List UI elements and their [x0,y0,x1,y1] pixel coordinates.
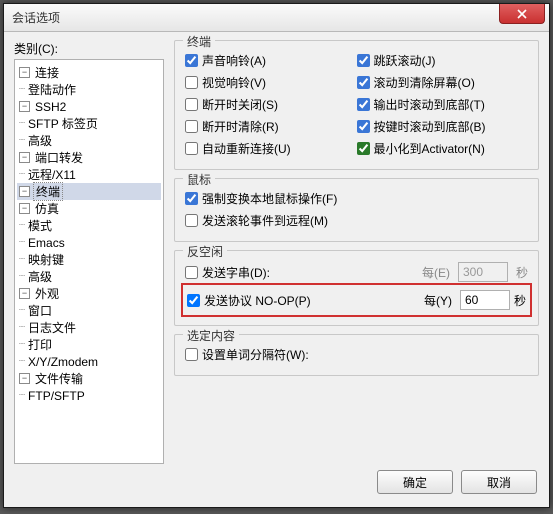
tree-map-keys[interactable]: ┈映射键 [17,251,161,268]
tree-mode[interactable]: ┈模式 [17,217,161,234]
window-title: 会话选项 [12,9,60,26]
tree-leaf-icon: ┈ [19,254,24,265]
lbl-send-string: 发送字串(D): [202,264,270,281]
tree-connection[interactable]: −连接 [17,64,161,81]
chk-force-local-mouse-box[interactable] [185,192,198,205]
tree-login-action[interactable]: ┈登陆动作 [17,81,161,98]
collapse-icon[interactable]: − [19,152,30,163]
tree-leaf-icon: ┈ [19,390,24,401]
tree-remote-x11[interactable]: ┈远程/X11 [17,166,161,183]
ok-button[interactable]: 确定 [377,470,453,494]
group-title-terminal: 终端 [183,33,215,50]
chk-send-string-box[interactable] [185,266,198,279]
collapse-icon[interactable]: − [19,101,30,112]
tree-appearance[interactable]: −外观 [17,285,161,302]
chk-word-delim[interactable]: 设置单词分隔符(W): [185,343,528,365]
chk-jump-scroll[interactable]: 跳跃滚动(J) [357,49,529,71]
chk-scroll-bottom-key[interactable]: 按键时滚动到底部(B) [357,115,529,137]
close-icon [517,9,527,19]
titlebar[interactable]: 会话选项 [4,4,549,32]
group-title-anti-idle: 反空闲 [183,243,227,260]
chk-audio-bell-box[interactable] [185,54,198,67]
highlight-box: 发送协议 NO-OP(P) 每(Y) 秒 [181,283,532,317]
tree-leaf-icon: ┈ [19,271,24,282]
tree-xyzmodem[interactable]: ┈X/Y/Zmodem [17,353,161,370]
chk-clear-on-disc-box[interactable] [185,120,198,133]
chk-visual-bell-box[interactable] [185,76,198,89]
tree-ssh2[interactable]: −SSH2 [17,98,161,115]
tree-sftp-tab[interactable]: ┈SFTP 标签页 [17,115,161,132]
group-selection: 选定内容 设置单词分隔符(W): [174,334,539,376]
chk-send-protocol-box[interactable] [187,294,200,307]
chk-scroll-bottom-key-box[interactable] [357,120,370,133]
chk-scroll-bottom-out-box[interactable] [357,98,370,111]
group-terminal: 终端 声音响铃(A) 跳跃滚动(J) 视觉响铃(V) 滚动到清除屏幕(O) 断开… [174,40,539,170]
chk-min-to-activator[interactable]: 最小化到Activator(N) [357,137,529,159]
group-anti-idle: 反空闲 发送字串(D): 每(E) 秒 发送协议 NO-OP(P) 每(Y) [174,250,539,326]
chk-audio-bell[interactable]: 声音响铃(A) [185,49,357,71]
tree-leaf-icon: ┈ [19,84,24,95]
tree-leaf-icon: ┈ [19,237,24,248]
tree-emulation[interactable]: −仿真 [17,200,161,217]
tree-emacs[interactable]: ┈Emacs [17,234,161,251]
input-interval-y[interactable] [460,290,510,310]
chk-scroll-bottom-out[interactable]: 输出时滚动到底部(T) [357,93,529,115]
tree-leaf-icon: ┈ [19,305,24,316]
chk-jump-scroll-box[interactable] [357,54,370,67]
group-title-mouse: 鼠标 [183,171,215,188]
group-mouse: 鼠标 强制变换本地鼠标操作(F) 发送滚轮事件到远程(M) [174,178,539,242]
chk-close-on-disc-box[interactable] [185,98,198,111]
lbl-send-protocol: 发送协议 NO-OP(P) [204,292,311,309]
tree-ftp-sftp[interactable]: ┈FTP/SFTP [17,387,161,404]
chk-clear-on-disc[interactable]: 断开时清除(R) [185,115,357,137]
group-title-selection: 选定内容 [183,327,239,344]
tree-leaf-icon: ┈ [19,339,24,350]
tree-log-file[interactable]: ┈日志文件 [17,319,161,336]
chk-clear-on-scroll-box[interactable] [357,76,370,89]
collapse-icon[interactable]: − [19,203,30,214]
tree-file-transfer[interactable]: −文件传输 [17,370,161,387]
chk-close-on-disc[interactable]: 断开时关闭(S) [185,93,357,115]
tree-window[interactable]: ┈窗口 [17,302,161,319]
collapse-icon[interactable]: − [19,67,30,78]
tree-leaf-icon: ┈ [19,135,24,146]
tree-advanced[interactable]: ┈高级 [17,132,161,149]
dialog-footer: 确定 取消 [4,464,549,500]
tree-leaf-icon: ┈ [19,356,24,367]
chk-min-to-activator-box[interactable] [357,142,370,155]
unit-sec-1: 秒 [516,264,528,281]
chk-visual-bell[interactable]: 视觉响铃(V) [185,71,357,93]
chk-auto-reconnect[interactable]: 自动重新连接(U) [185,137,357,159]
category-label: 类别(C): [14,40,164,57]
input-interval-e [458,262,508,282]
chk-auto-reconnect-box[interactable] [185,142,198,155]
chk-send-scroll-remote[interactable]: 发送滚轮事件到远程(M) [185,209,528,231]
unit-sec-2: 秒 [514,292,526,309]
tree-terminal[interactable]: −终端 [17,183,161,200]
tree-advanced2[interactable]: ┈高级 [17,268,161,285]
tree-print[interactable]: ┈打印 [17,336,161,353]
lbl-every-y: 每(Y) [424,292,452,309]
collapse-icon[interactable]: − [19,288,30,299]
collapse-icon[interactable]: − [19,186,30,197]
chk-force-local-mouse[interactable]: 强制变换本地鼠标操作(F) [185,187,528,209]
tree-leaf-icon: ┈ [19,322,24,333]
category-tree[interactable]: −连接 ┈登陆动作 −SSH2 ┈SFTP 标签页 ┈高级 [14,59,164,464]
chk-clear-on-scroll[interactable]: 滚动到清除屏幕(O) [357,71,529,93]
tree-leaf-icon: ┈ [19,118,24,129]
dialog-window: 会话选项 类别(C): −连接 ┈登陆动作 −SSH2 ┈SFTP [3,3,550,508]
chk-send-scroll-remote-box[interactable] [185,214,198,227]
tree-leaf-icon: ┈ [19,220,24,231]
lbl-every-e: 每(E) [422,264,450,281]
tree-leaf-icon: ┈ [19,169,24,180]
collapse-icon[interactable]: − [19,373,30,384]
cancel-button[interactable]: 取消 [461,470,537,494]
close-button[interactable] [499,4,545,24]
chk-word-delim-box[interactable] [185,348,198,361]
tree-port-forward[interactable]: −端口转发 [17,149,161,166]
